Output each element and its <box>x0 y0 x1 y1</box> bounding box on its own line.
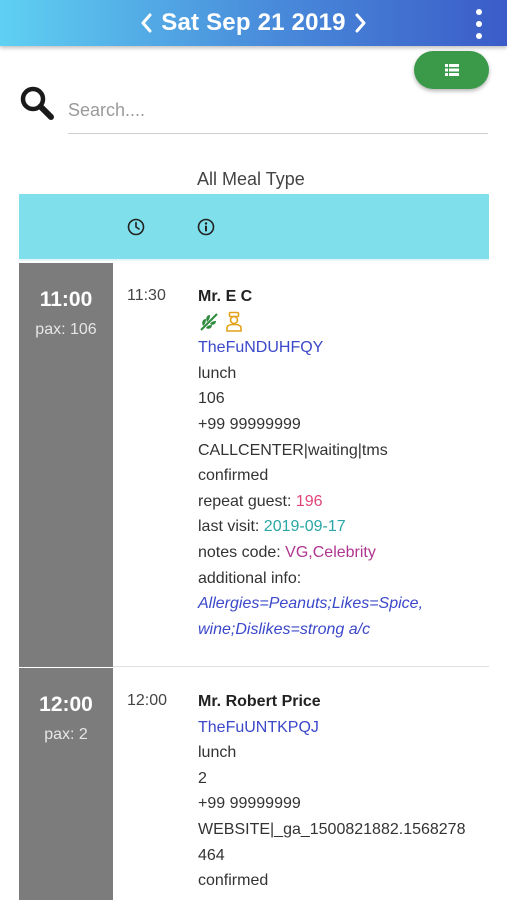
meal-type: lunch <box>198 364 237 382</box>
repeat-guest-count: 196 <box>295 492 323 510</box>
party-size: 106 <box>198 390 225 408</box>
vegetarian-leaf-icon <box>200 313 218 332</box>
notes-code: notes code: VG,Celebrity <box>198 540 488 566</box>
row-divider <box>113 666 489 667</box>
time-slot-cell: 11:00 pax: 106 <box>19 263 113 667</box>
search-icon[interactable] <box>18 84 56 122</box>
date-navigator: Sat Sep 21 2019 <box>0 0 507 46</box>
phone-number: +99 99999999 <box>198 795 301 813</box>
reservation-code-link[interactable]: TheFuUNTKPQJ <box>198 715 488 741</box>
slot-pax: pax: 2 <box>44 726 88 743</box>
reservation-details[interactable]: Mr. Robert Price TheFuUNTKPQJ lunch 2 +9… <box>198 689 488 894</box>
chevron-right-icon[interactable] <box>354 12 368 34</box>
repeat-guest: repeat guest: 196 <box>198 489 488 515</box>
booking-source: 464 <box>198 846 225 864</box>
last-visit-label: last visit: <box>198 518 264 536</box>
slot-time: 11:00 <box>39 288 93 311</box>
guest-tags <box>198 310 488 336</box>
time-slot-cell: 12:00 pax: 2 <box>19 668 113 900</box>
additional-info-line: wine;Dislikes=strong a/c <box>198 620 371 638</box>
additional-info-line: Allergies=Peanuts;Likes=Spice, <box>198 595 424 613</box>
reservation-details[interactable]: Mr. E C TheFuNDUHFQY lunch 106 +99 99999… <box>198 284 488 642</box>
notes-code-label: notes code: <box>198 543 286 561</box>
phone-number: +99 99999999 <box>198 415 301 433</box>
party-size: 2 <box>198 769 207 787</box>
meal-type-filter[interactable]: All Meal Type <box>197 169 305 190</box>
reservation-code-link[interactable]: TheFuNDUHFQY <box>198 335 488 361</box>
repeat-guest-label: repeat guest: <box>198 492 296 510</box>
last-visit-date: 2019-09-17 <box>263 518 346 536</box>
last-visit: last visit: 2019-09-17 <box>198 514 488 540</box>
booking-source: WEBSITE|_ga_1500821882.1568278 <box>198 820 466 838</box>
list-icon <box>444 64 459 76</box>
guest-name[interactable]: Mr. Robert Price <box>198 689 488 715</box>
notes-code-value: VG,Celebrity <box>285 543 376 561</box>
meal-type: lunch <box>198 744 237 762</box>
slot-time: 12:00 <box>39 693 93 716</box>
reservation-status: confirmed <box>198 467 269 485</box>
booking-source: CALLCENTER|waiting|tms <box>198 441 388 459</box>
reservation-status: confirmed <box>198 872 269 890</box>
reservation-time: 12:00 <box>127 692 168 709</box>
top-app-bar: Sat Sep 21 2019 <box>0 0 507 46</box>
info-icon <box>197 218 215 236</box>
search-input[interactable] <box>68 88 488 134</box>
clock-icon <box>127 218 145 236</box>
chevron-left-icon[interactable] <box>139 12 153 34</box>
guest-name[interactable]: Mr. E C <box>198 284 488 310</box>
celebrity-person-icon <box>226 312 242 333</box>
list-view-button[interactable] <box>414 51 489 89</box>
additional-info-label: additional info: <box>198 569 302 587</box>
current-date[interactable]: Sat Sep 21 2019 <box>161 9 345 37</box>
reservation-time: 11:30 <box>127 287 166 304</box>
table-header <box>19 194 489 261</box>
time-slot-row: 12:00 pax: 2 12:00 Mr. Robert Price TheF… <box>19 668 489 900</box>
more-vertical-icon[interactable] <box>473 9 485 39</box>
time-slot-row: 11:00 pax: 106 11:30 Mr. E C TheFuNDUHFQ… <box>19 263 489 667</box>
slot-pax: pax: 106 <box>35 321 97 338</box>
